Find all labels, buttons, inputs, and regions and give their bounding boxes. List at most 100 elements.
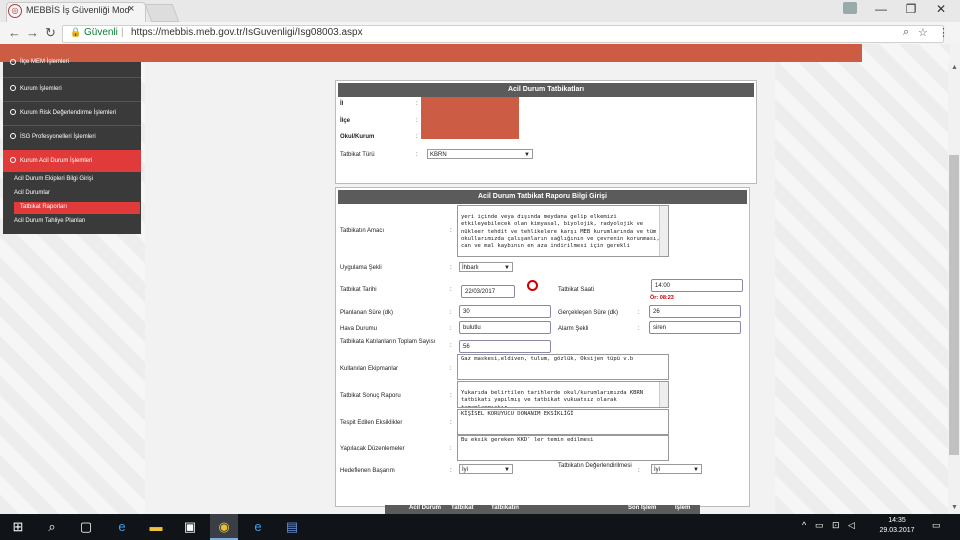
planlanan-input[interactable]: 30 [459, 305, 551, 318]
colon: : [416, 152, 418, 158]
saat-hint: Ör: 08:23 [650, 295, 674, 301]
redacted-block [421, 97, 519, 139]
tatbikatlar-panel: Acil Durum Tatbikatları [335, 80, 757, 184]
edge-browser-icon[interactable]: e [108, 514, 136, 540]
select-value: İhbarlı [462, 265, 479, 271]
circle-icon [10, 157, 16, 163]
tray-network-icon[interactable]: ⊡ [832, 520, 840, 531]
tab-title: MEBBİS İş Güvenliği Mod [26, 5, 130, 15]
sub-item-acil-durumlar[interactable]: Acil Durumlar [14, 190, 50, 196]
saat-input[interactable]: 14:00 [651, 279, 743, 292]
store-icon[interactable]: ▣ [176, 514, 204, 540]
word-icon[interactable]: ▤ [278, 514, 306, 540]
hava-input[interactable]: bulutlu [459, 321, 551, 334]
sub-item-tahliye[interactable]: Acil Durum Tahliye Planları [14, 218, 86, 224]
sidebar-item-risk[interactable]: Kurum Risk Değerlendirme İşlemleri [3, 102, 141, 124]
circle-icon [10, 59, 16, 65]
system-clock[interactable]: 14:35 29.03.2017 [872, 516, 922, 536]
colon: : [450, 468, 452, 474]
panel-title: Acil Durum Tatbikatları [338, 83, 754, 97]
lock-icon: 🔒 [70, 27, 82, 37]
select-value: İyi [462, 467, 468, 473]
sub-item-tatbikat-raporlari[interactable]: Tatbikat Raporları [20, 204, 67, 210]
sidebar-item-kurum[interactable]: Kurum İşlemleri [3, 78, 141, 100]
scrollbar-thumb[interactable] [949, 155, 959, 455]
table-header-cell: Tatbikat [451, 505, 474, 511]
colon: : [416, 101, 418, 107]
scroll-up-icon[interactable]: ▲ [951, 64, 958, 71]
tray-chevron-icon[interactable]: ^ [802, 520, 806, 530]
alarm-input[interactable]: siren [649, 321, 741, 334]
stopwatch-icon[interactable] [527, 280, 538, 291]
tab-favicon-icon: ◎ [8, 4, 22, 18]
minimize-button[interactable]: — [866, 2, 896, 16]
eksik-label: Tespit Edilen Eksiklikler [340, 420, 403, 426]
forward-icon[interactable]: → [26, 25, 39, 40]
internet-explorer-icon[interactable]: e [244, 514, 272, 540]
ekipman-textarea[interactable]: Gaz maskesi,eldiven, tulum, gözlük, Oksi… [457, 354, 669, 380]
textarea-scrollbar[interactable] [659, 382, 668, 407]
clock-time: 14:35 [888, 517, 906, 524]
sidebar-item-label: Kurum İşlemleri [20, 86, 62, 92]
sidebar-item-acil-durum[interactable]: Kurum Acil Durum İşlemleri [3, 150, 141, 172]
chrome-icon[interactable]: ◉ [210, 514, 238, 540]
colon: : [450, 287, 452, 293]
back-icon[interactable]: ← [8, 25, 21, 40]
scroll-down-icon[interactable]: ▼ [951, 504, 958, 511]
sidebar-item-ilce-mem[interactable]: İlçe MEM İşlemleri [3, 55, 141, 69]
colon: : [638, 468, 640, 474]
dropdown-arrow-icon: ▼ [504, 467, 510, 473]
hedef-label: Hedeflenen Başarım [340, 468, 395, 474]
colon: : [450, 446, 452, 452]
tatbikat-turu-select[interactable]: KBRN ▼ [427, 149, 533, 159]
circle-icon [10, 109, 16, 115]
hedef-select[interactable]: İyi ▼ [459, 464, 513, 474]
degerlendirme-select[interactable]: İyi ▼ [651, 464, 702, 474]
uygulama-label: Uygulama Şekli [340, 265, 382, 271]
dropdown-arrow-icon: ▼ [524, 152, 530, 158]
eksik-textarea[interactable]: KİŞİSEL KORUYUCU DONANIM EKSİKLİĞİ [457, 409, 669, 435]
url-text[interactable]: https://mebbis.meb.gov.tr/IsGuvenligi/Is… [131, 27, 363, 38]
tarih-input[interactable]: 22/03/2017 [461, 285, 515, 298]
reports-table-header: Acil Durum Tatbikat Tatbikatın Son İşlem… [385, 505, 700, 514]
maximize-button[interactable]: ❐ [896, 2, 926, 16]
search-icon[interactable]: ⌕ [38, 514, 66, 540]
duzenleme-textarea[interactable]: Bu eksik gereken KKD' ler temin edilmesi [457, 435, 669, 461]
reload-icon[interactable]: ↻ [45, 25, 56, 41]
amaci-textarea[interactable]: yeri içinde veya dışında meydana gelip e… [457, 205, 669, 257]
colon: : [638, 310, 640, 316]
table-header-cell: Acil Durum [409, 505, 442, 511]
close-window-button[interactable]: ✕ [926, 2, 956, 16]
katilan-input[interactable]: 56 [459, 340, 551, 353]
menu-dots-icon[interactable]: ⋮ [938, 26, 949, 39]
colon: : [450, 228, 452, 234]
tab-close-icon[interactable]: × [128, 3, 134, 15]
sidebar-item-label: Kurum Acil Durum İşlemleri [20, 158, 93, 164]
dropdown-arrow-icon: ▼ [693, 467, 699, 473]
start-windows-icon[interactable]: ⊞ [4, 514, 32, 540]
table-header-cell: İşlem [675, 505, 691, 511]
right-pattern [775, 44, 950, 514]
colon: : [450, 265, 452, 271]
bookmark-star-icon[interactable]: ☆ [918, 26, 928, 39]
table-header-cell: Tatbikatın [491, 505, 519, 511]
select-value: İyi [654, 467, 660, 473]
amaci-label: Tatbikatın Amacı [340, 228, 385, 234]
sub-item-ekipler[interactable]: Acil Durum Ekipleri Bilgi Girişi [14, 176, 93, 182]
circle-icon [10, 85, 16, 91]
uygulama-select[interactable]: İhbarlı ▼ [459, 262, 513, 272]
circle-icon [10, 133, 16, 139]
tray-device-icon[interactable]: ▭ [815, 520, 824, 531]
okul-label: Okul/Kurum [340, 134, 375, 140]
sidebar-item-isg[interactable]: İSG Profesyonelleri İşlemleri [3, 126, 141, 148]
tray-volume-icon[interactable]: ◁ [848, 520, 855, 531]
file-explorer-icon[interactable]: ▬ [142, 514, 170, 540]
notifications-icon[interactable]: ▭ [932, 520, 941, 531]
sidebar-item-label: İSG Profesyonelleri İşlemleri [20, 134, 96, 140]
task-view-icon[interactable]: ▢ [72, 514, 100, 540]
gerceklesen-input[interactable]: 26 [649, 305, 741, 318]
textarea-scrollbar[interactable] [659, 206, 668, 256]
sonuc-textarea[interactable]: Yukarıda belirtilen tarihlerde okul/kuru… [457, 381, 669, 408]
zoom-icon[interactable]: ⌕ [903, 26, 909, 39]
profile-icon[interactable] [843, 2, 857, 14]
